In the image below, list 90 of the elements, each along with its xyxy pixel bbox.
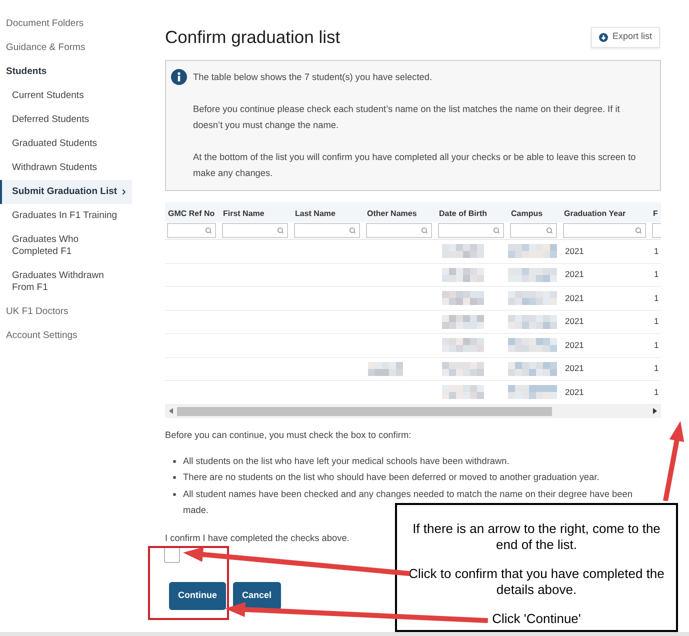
- horizontal-scrollbar[interactable]: [165, 404, 661, 418]
- info-text: Before you continue please check each student’s name on the list matches the name on their degree. If it doesn’t you must change the name.: [193, 103, 621, 132]
- column-header: First Name: [223, 209, 264, 218]
- search-icon: [421, 227, 428, 234]
- search-icon: [277, 227, 284, 234]
- column-header: Date of Birth: [439, 209, 487, 218]
- sidebar-item[interactable]: Submit Graduation List: [0, 180, 132, 204]
- bullet-icon: [173, 460, 176, 462]
- sidebar-item[interactable]: Graduated Students: [0, 132, 132, 156]
- pixelated-block: [508, 244, 557, 258]
- table-cell: 1: [654, 268, 659, 282]
- table-cell: 2021: [565, 244, 584, 258]
- info-icon: [171, 69, 187, 85]
- filter-field[interactable]: [294, 223, 360, 238]
- table-cell: 2021: [565, 268, 584, 282]
- sidebar-item[interactable]: Account Settings: [0, 324, 140, 348]
- filter-field[interactable]: [167, 223, 216, 238]
- table-cell: 2021: [565, 315, 584, 328]
- table-cell: 2021: [565, 362, 584, 376]
- column-header: GMC Ref No: [168, 209, 215, 218]
- sidebar-item[interactable]: Withdrawn Students: [0, 156, 132, 180]
- callout-text: If there is an arrow to the right, come to the end of the list.: [412, 521, 662, 553]
- pixelated-block: [442, 268, 484, 282]
- table-cell: 2021: [565, 338, 584, 352]
- bullet-text: All students on the list who have left your medical schools have been withdrawn.: [183, 454, 510, 468]
- table-cell: 2021: [565, 292, 584, 305]
- column-header: Other Names: [367, 209, 417, 218]
- pixelated-block: [442, 244, 484, 258]
- bullet-text: All student names have been checked and any changes needed to match the name on their degree have been made.: [183, 488, 634, 517]
- instruction-text: Before you can continue, you must check the box to confirm:: [165, 428, 412, 442]
- search-icon: [635, 227, 642, 234]
- column-header: Last Name: [295, 209, 336, 218]
- table-cell: 1: [654, 244, 659, 258]
- column-header: Campus: [511, 209, 543, 218]
- sidebar-item[interactable]: Graduates Withdrawn From F1: [0, 264, 132, 300]
- bullet-icon: [173, 476, 176, 479]
- callout-text: Click 'Continue': [491, 611, 582, 627]
- column-header: F: [653, 209, 658, 218]
- sidebar-section-heading[interactable]: Students: [0, 60, 140, 84]
- sidebar-item[interactable]: Document Folders: [0, 12, 140, 36]
- pixelated-block: [508, 362, 557, 376]
- sidebar-item[interactable]: Graduates Who Completed F1: [0, 228, 132, 264]
- search-icon: [493, 227, 500, 234]
- pixelated-block: [442, 385, 484, 400]
- search-icon: [546, 227, 553, 234]
- search-icon: [205, 227, 212, 234]
- sidebar-item[interactable]: Current Students: [0, 84, 132, 108]
- table-cell: 1: [654, 362, 659, 376]
- caret-left-icon[interactable]: [169, 408, 173, 414]
- pixelated-block: [508, 314, 557, 329]
- pixelated-block: [442, 362, 484, 376]
- pixelated-block: [508, 291, 557, 306]
- filter-field[interactable]: [652, 223, 661, 238]
- column-header: Graduation Year: [564, 209, 626, 218]
- table-cell: 1: [654, 338, 659, 352]
- sidebar-item[interactable]: Deferred Students: [0, 108, 132, 132]
- sidebar-item[interactable]: UK F1 Doctors: [0, 300, 140, 324]
- sidebar-item[interactable]: Graduates In F1 Training: [0, 204, 132, 228]
- pixelated-block: [442, 314, 484, 329]
- pixelated-block: [368, 362, 403, 376]
- scrollbar-thumb[interactable]: [177, 406, 552, 416]
- filter-field[interactable]: [510, 223, 557, 238]
- filter-field[interactable]: [222, 223, 288, 238]
- sidebar-item[interactable]: Guidance & Forms: [0, 36, 140, 60]
- info-text: The table below shows the 7 student(s) you have selected.: [193, 71, 434, 84]
- continue-button[interactable]: Continue: [169, 582, 226, 610]
- filter-field[interactable]: [438, 223, 504, 238]
- cancel-button[interactable]: Cancel: [233, 582, 281, 610]
- search-icon: [349, 227, 356, 234]
- pixelated-block: [508, 268, 557, 282]
- pixelated-block: [442, 338, 484, 352]
- chevron-right-icon: [120, 188, 128, 196]
- pixelated-block: [508, 338, 557, 352]
- filter-field[interactable]: [563, 223, 646, 238]
- bullet-icon: [173, 492, 176, 496]
- pixelated-block: [442, 291, 484, 306]
- table-cell: 2021: [565, 386, 584, 399]
- pixelated-block: [508, 385, 557, 400]
- table-cell: 1: [654, 292, 659, 305]
- table-cell: 1: [654, 386, 659, 399]
- checkbox-label: I confirm I have completed the checks above.: [165, 532, 350, 544]
- callout-text: Click to confirm that you have completed the details above.: [408, 566, 666, 598]
- export-button[interactable]: Export list: [591, 26, 660, 48]
- page-title: Confirm graduation list: [165, 27, 340, 47]
- caret-right-icon[interactable]: [653, 408, 657, 414]
- download-icon: [599, 32, 608, 42]
- bullet-text: There are no students on the list who should have been deferred or moved to another graduation year.: [183, 471, 600, 484]
- filter-field[interactable]: [366, 223, 432, 238]
- info-text: At the bottom of the list you will confirm you have completed all your checks or be able to leave this screen to make any changes.: [193, 151, 637, 180]
- table-cell: 1: [654, 315, 659, 328]
